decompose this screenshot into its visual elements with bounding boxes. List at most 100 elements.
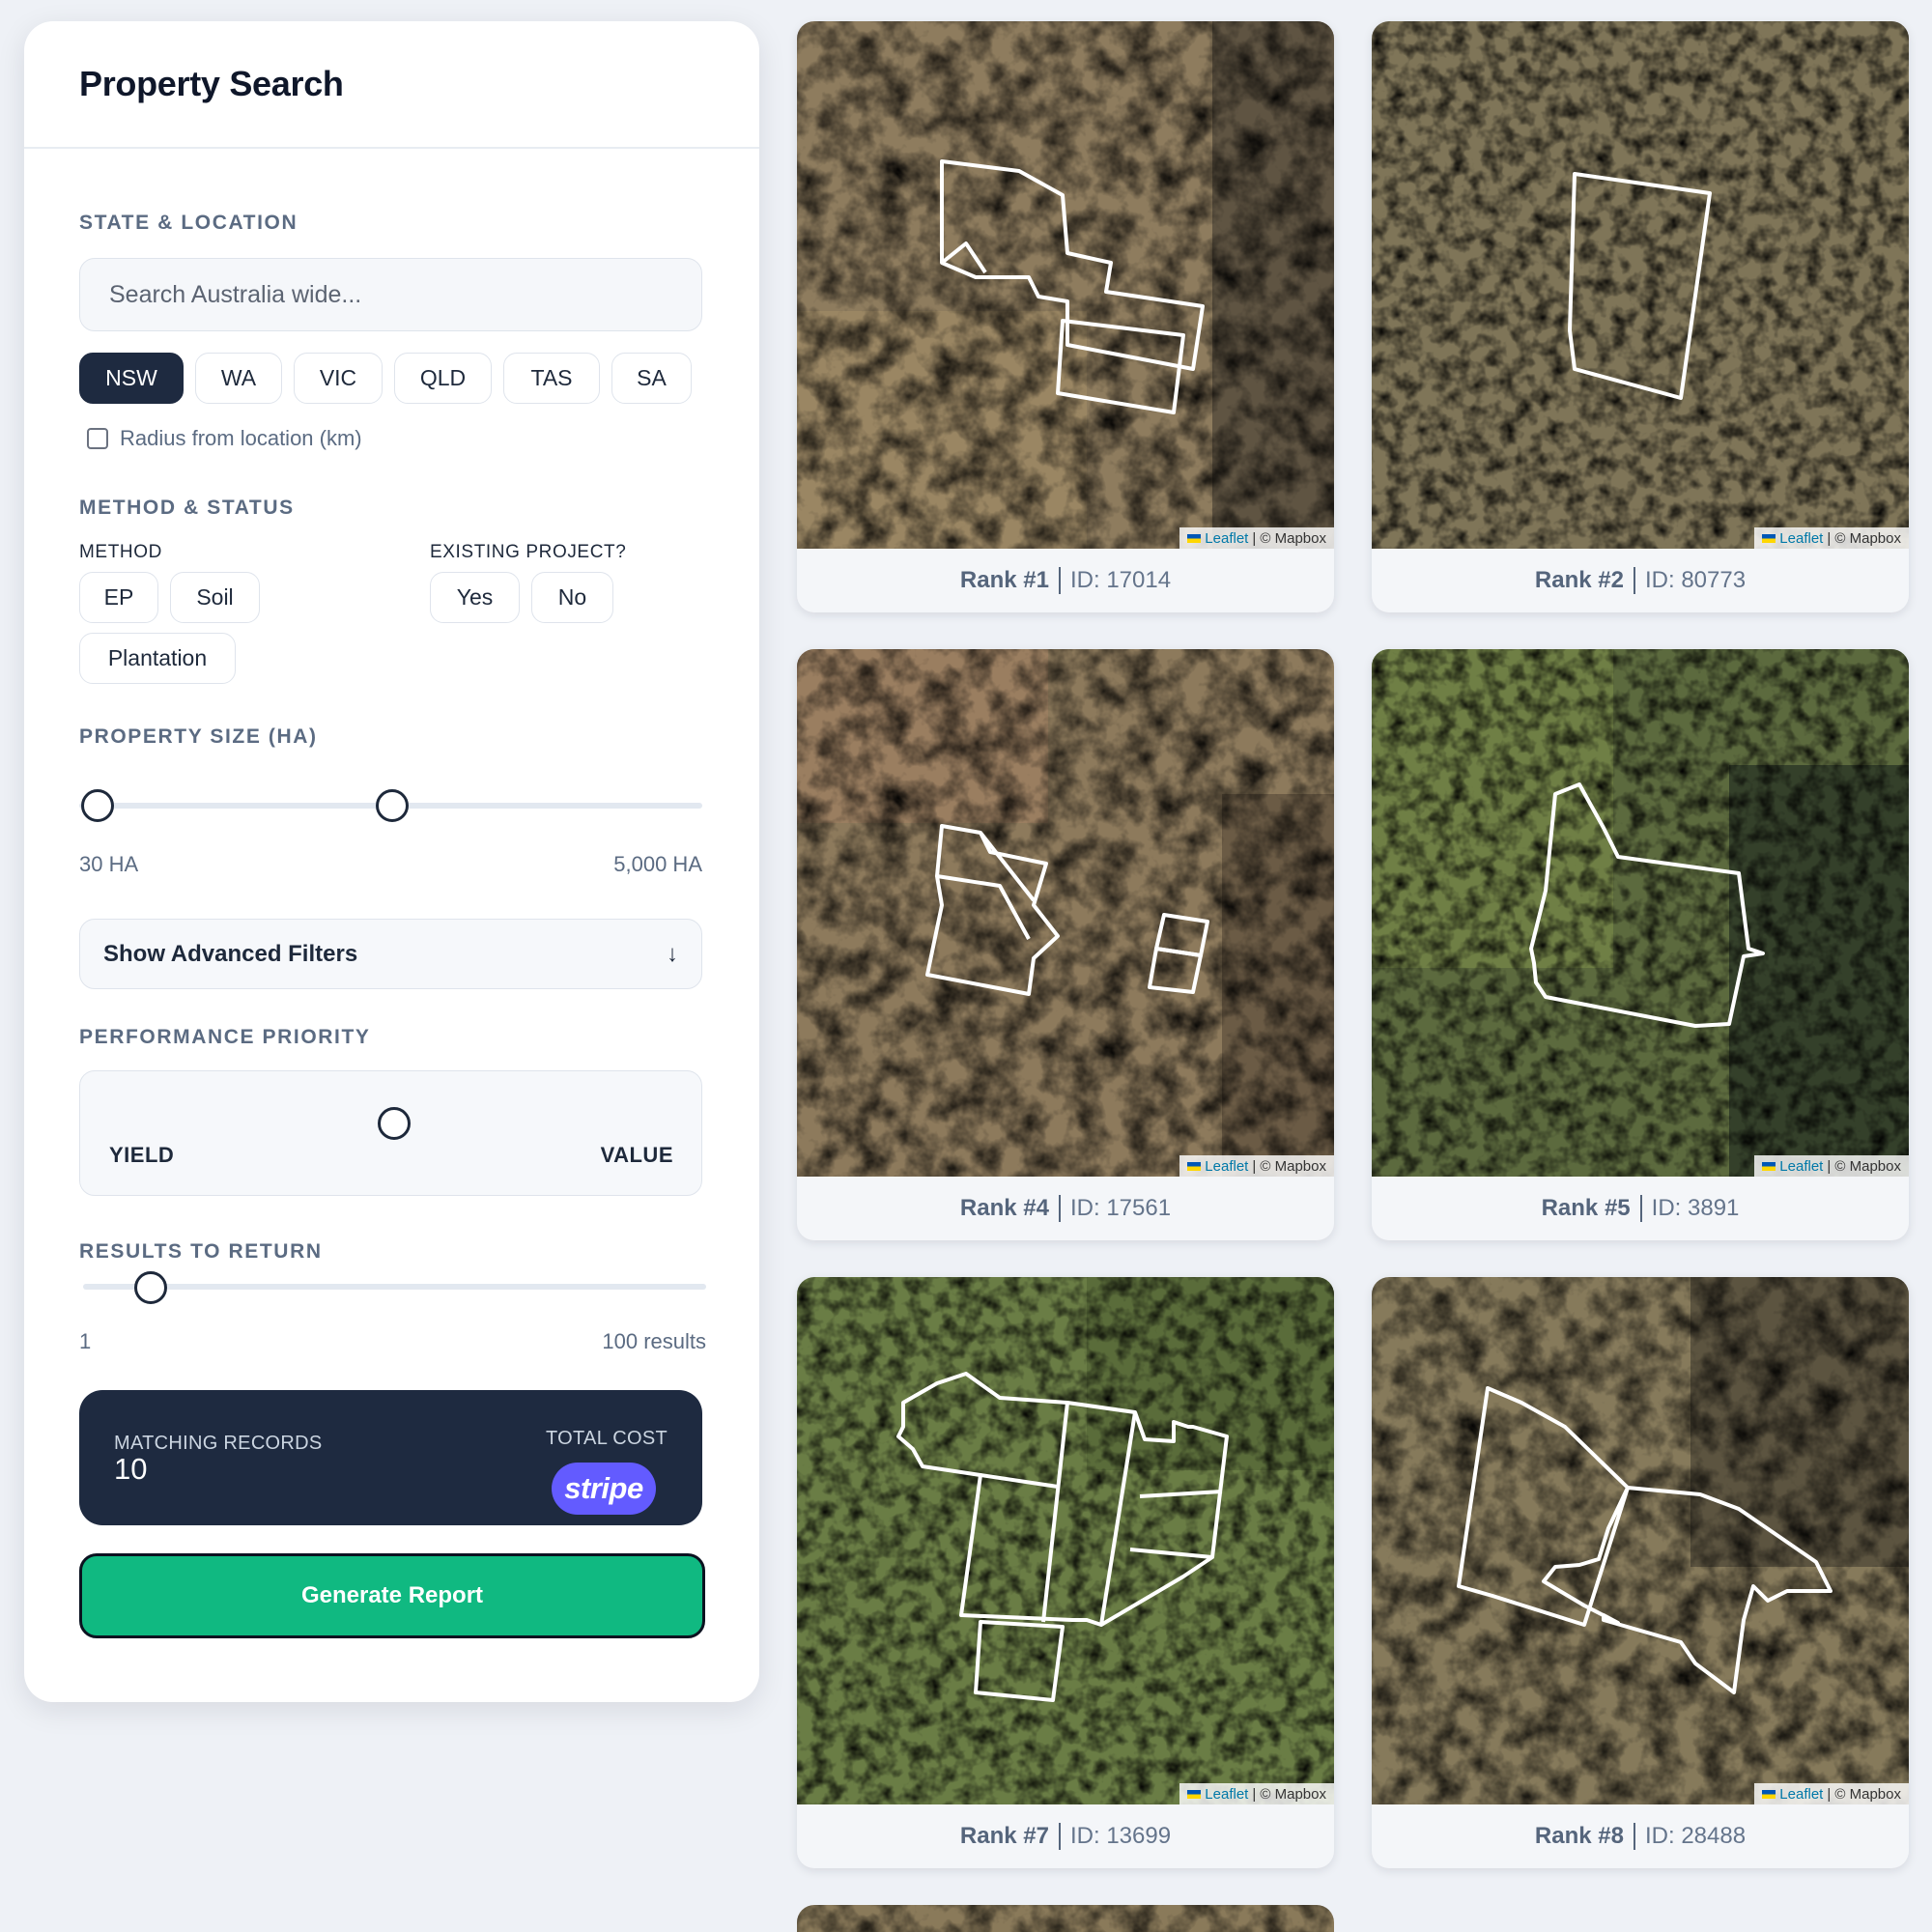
state-chip-vic[interactable]: VIC — [294, 353, 383, 404]
ukraine-flag-icon — [1187, 533, 1202, 543]
rank-label: Rank #2 — [1534, 567, 1624, 593]
property-id: ID: 28488 — [1644, 1823, 1747, 1849]
arrow-down-icon: ↓ — [667, 940, 678, 967]
card-caption: Rank #4 ID: 17561 — [797, 1177, 1334, 1240]
radius-checkbox[interactable] — [87, 428, 108, 449]
mapbox-credit: | © Mapbox — [1252, 529, 1326, 547]
card-caption: Rank #8 ID: 28488 — [1372, 1804, 1909, 1868]
mapbox-credit: | © Mapbox — [1827, 1157, 1901, 1175]
satellite-map-image — [797, 1905, 1334, 1932]
caption-divider — [1639, 1195, 1642, 1222]
map-attribution: Leaflet | © Mapbox — [1754, 1783, 1909, 1804]
existing-project-label: EXISTING PROJECT? — [430, 542, 627, 562]
results-slider-track[interactable] — [83, 1284, 706, 1290]
map-attribution: Leaflet | © Mapbox — [1179, 1783, 1334, 1804]
satellite-map[interactable]: Leaflet | © Mapbox — [797, 21, 1334, 549]
satellite-map[interactable]: Leaflet | © Mapbox — [797, 1277, 1334, 1804]
caption-divider — [1633, 1823, 1635, 1850]
property-size-min-label: 30 HA — [79, 852, 139, 876]
rank-label: Rank #4 — [959, 1195, 1049, 1221]
state-chip-tas[interactable]: TAS — [503, 353, 600, 404]
property-id: ID: 17561 — [1069, 1195, 1172, 1221]
leaflet-link[interactable]: Leaflet — [1779, 530, 1823, 547]
map-attribution: Leaflet | © Mapbox — [1179, 1155, 1334, 1177]
results-to-return-label: RESULTS TO RETURN — [79, 1240, 323, 1263]
result-card[interactable]: Leaflet | © Mapbox Rank #7 ID: 13699 — [797, 1277, 1334, 1868]
leaflet-link[interactable]: Leaflet — [1205, 1786, 1248, 1803]
result-card[interactable]: Leaflet | © Mapbox Rank #5 ID: 3891 — [1372, 649, 1909, 1240]
performance-priority-label: PERFORMANCE PRIORITY — [79, 1026, 371, 1048]
summary-card: MATCHING RECORDS 10 TOTAL COST stripe — [79, 1390, 702, 1525]
generate-report-button[interactable]: Generate Report — [79, 1553, 705, 1638]
priority-value-label: VALUE — [600, 1143, 673, 1167]
radius-checkbox-label: Radius from location (km) — [120, 426, 362, 450]
ukraine-flag-icon — [1762, 533, 1776, 543]
caption-divider — [1058, 1195, 1061, 1222]
page-title: Property Search — [79, 64, 344, 103]
location-search-input[interactable] — [79, 258, 702, 331]
map-attribution: Leaflet | © Mapbox — [1179, 527, 1334, 549]
property-size-max-thumb[interactable] — [376, 789, 409, 822]
card-caption: Rank #5 ID: 3891 — [1372, 1177, 1909, 1240]
satellite-map-image — [797, 649, 1334, 1177]
satellite-map[interactable]: Leaflet | © Mapbox — [1372, 649, 1909, 1177]
method-chip-ep[interactable]: EP — [79, 572, 158, 623]
performance-priority-thumb[interactable] — [378, 1107, 411, 1140]
result-card[interactable]: Leaflet | © Mapbox Rank #8 ID: 28488 — [1372, 1277, 1909, 1868]
property-id: ID: 3891 — [1651, 1195, 1740, 1221]
satellite-map-image — [797, 1277, 1334, 1804]
state-chip-qld[interactable]: QLD — [394, 353, 492, 404]
matching-records-value: 10 — [114, 1452, 148, 1486]
stripe-logo: stripe — [552, 1463, 656, 1515]
total-cost-label: TOTAL COST — [546, 1428, 668, 1449]
existing-chip-yes[interactable]: Yes — [430, 572, 520, 623]
property-size-max-label: 5,000 HA — [613, 852, 702, 876]
satellite-map-image — [797, 21, 1334, 549]
state-chip-sa[interactable]: SA — [611, 353, 692, 404]
leaflet-link[interactable]: Leaflet — [1779, 1158, 1823, 1175]
priority-yield-label: YIELD — [109, 1143, 175, 1167]
results-min-label: 1 — [79, 1329, 92, 1353]
satellite-map[interactable]: Leaflet | © Mapbox — [1372, 21, 1909, 549]
result-card-partial[interactable] — [797, 1905, 1334, 1932]
panel-header: Property Search — [24, 21, 759, 149]
mapbox-credit: | © Mapbox — [1252, 1785, 1326, 1803]
result-card[interactable]: Leaflet | © Mapbox Rank #1 ID: 17014 — [797, 21, 1334, 612]
property-search-panel: Property Search STATE & LOCATION NSW WA … — [24, 21, 759, 1702]
rank-label: Rank #1 — [959, 567, 1049, 593]
mapbox-credit: | © Mapbox — [1252, 1157, 1326, 1175]
show-advanced-filters-button[interactable]: Show Advanced Filters ↓ — [79, 919, 702, 989]
caption-divider — [1633, 567, 1635, 594]
state-location-label: STATE & LOCATION — [79, 212, 298, 234]
leaflet-link[interactable]: Leaflet — [1205, 530, 1248, 547]
state-chip-nsw[interactable]: NSW — [79, 353, 184, 404]
rank-label: Rank #5 — [1541, 1195, 1631, 1221]
property-size-min-thumb[interactable] — [81, 789, 114, 822]
method-label: METHOD — [79, 542, 162, 562]
performance-priority-slider[interactable]: YIELD VALUE — [79, 1070, 702, 1196]
rank-label: Rank #8 — [1534, 1823, 1624, 1849]
ukraine-flag-icon — [1762, 1161, 1776, 1171]
property-id: ID: 17014 — [1069, 567, 1172, 593]
method-chip-soil[interactable]: Soil — [170, 572, 260, 623]
caption-divider — [1058, 1823, 1061, 1850]
satellite-map[interactable]: Leaflet | © Mapbox — [797, 649, 1334, 1177]
rank-label: Rank #7 — [959, 1823, 1049, 1849]
existing-chip-no[interactable]: No — [531, 572, 613, 623]
satellite-map-image — [1372, 1277, 1909, 1804]
method-chip-plantation[interactable]: Plantation — [79, 633, 236, 684]
results-slider-thumb[interactable] — [134, 1271, 167, 1304]
results-max-label: 100 results — [602, 1329, 706, 1353]
property-size-label: PROPERTY SIZE (HA) — [79, 725, 318, 748]
result-card[interactable]: Leaflet | © Mapbox Rank #2 ID: 80773 — [1372, 21, 1909, 612]
result-card[interactable]: Leaflet | © Mapbox Rank #4 ID: 17561 — [797, 649, 1334, 1240]
map-attribution: Leaflet | © Mapbox — [1754, 527, 1909, 549]
leaflet-link[interactable]: Leaflet — [1205, 1158, 1248, 1175]
mapbox-credit: | © Mapbox — [1827, 1785, 1901, 1803]
property-id: ID: 13699 — [1069, 1823, 1172, 1849]
leaflet-link[interactable]: Leaflet — [1779, 1786, 1823, 1803]
property-id: ID: 80773 — [1644, 567, 1747, 593]
satellite-map[interactable]: Leaflet | © Mapbox — [1372, 1277, 1909, 1804]
state-chip-wa[interactable]: WA — [195, 353, 282, 404]
card-caption: Rank #7 ID: 13699 — [797, 1804, 1334, 1868]
